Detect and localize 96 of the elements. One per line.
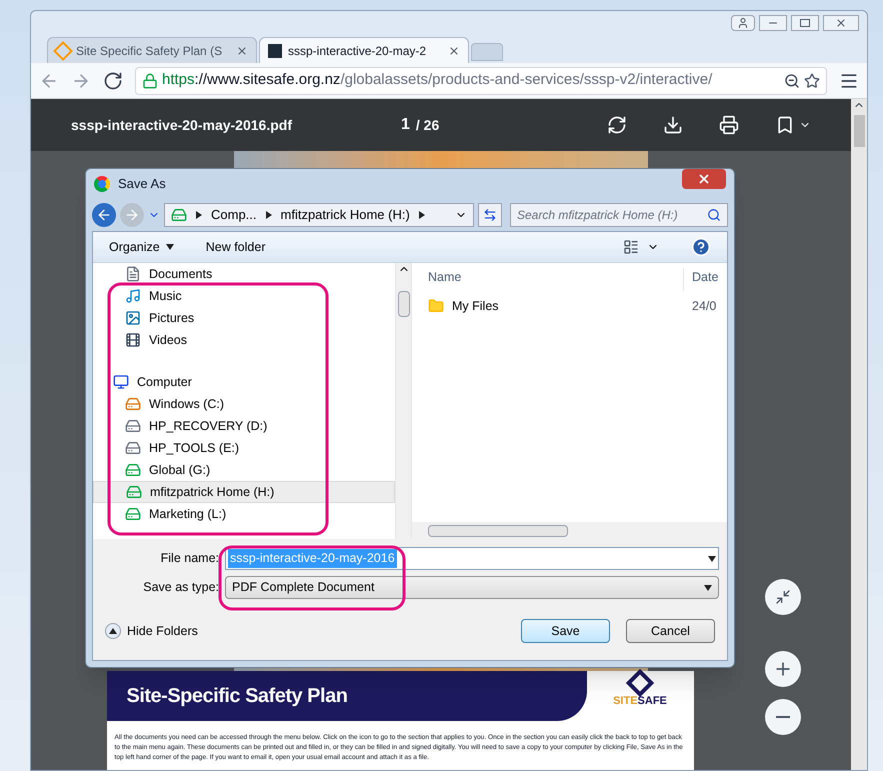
nav-item[interactable]: mfitzpatrick Home (H:) <box>93 481 395 503</box>
rotate-icon[interactable] <box>607 115 627 135</box>
scrollbar[interactable] <box>851 99 867 770</box>
browser-tab[interactable]: Site Specific Safety Plan (S <box>47 37 257 63</box>
document-title: Site-Specific Safety Plan <box>126 684 348 709</box>
network-drive-icon <box>125 462 141 478</box>
dialog-title: Save As <box>118 175 166 194</box>
file-date: 24/0 <box>691 298 716 315</box>
reload-icon[interactable] <box>103 70 123 90</box>
organize-button[interactable]: Organize <box>109 238 174 256</box>
close-button[interactable] <box>682 169 726 189</box>
logo-text: SITESAFE <box>613 694 667 709</box>
nav-item[interactable]: HP_RECOVERY (D:) <box>93 415 395 437</box>
breadcrumb-bar[interactable]: Comp... mfitzpatrick Home (H:) <box>164 203 474 227</box>
fit-page-button[interactable] <box>765 579 801 615</box>
maximize-icon <box>800 19 810 27</box>
document-icon <box>125 266 141 282</box>
file-name[interactable]: My Files <box>452 296 499 316</box>
close-tab-icon[interactable] <box>236 44 248 56</box>
close-icon <box>835 17 847 29</box>
system-drive-icon <box>125 396 141 412</box>
maximize-button[interactable] <box>791 15 819 31</box>
type-label: Save as type: <box>142 579 219 596</box>
refresh-arrows-icon <box>483 208 497 222</box>
tab-favicon <box>53 40 73 60</box>
zoom-icon[interactable] <box>784 72 800 88</box>
nav-item[interactable]: Videos <box>93 329 395 351</box>
nav-item[interactable]: Global (G:) <box>93 459 395 481</box>
breadcrumb-item[interactable]: mfitzpatrick Home (H:) <box>280 205 410 225</box>
tab-favicon <box>268 44 282 58</box>
drive-icon <box>125 440 141 456</box>
folder-icon <box>428 298 444 314</box>
view-options-icon[interactable] <box>623 239 639 255</box>
pdf-file-name: sssp-interactive-20-may-2016.pdf <box>71 116 293 135</box>
breadcrumb-separator-icon <box>418 211 426 219</box>
refresh-button[interactable] <box>478 203 502 227</box>
nav-item[interactable]: Windows (C:) <box>93 393 395 415</box>
scroll-thumb[interactable] <box>428 524 568 536</box>
network-drive-icon <box>171 207 187 223</box>
url-text: https://www.sitesafe.org.nz/globalassets/products-and-services/sssp-v2/interactive/ <box>162 70 714 90</box>
dropdown-caret-icon <box>708 554 716 562</box>
breadcrumb-item[interactable]: Comp... <box>211 205 257 225</box>
file-type-dropdown[interactable]: PDF Complete Document <box>225 576 719 599</box>
page-number[interactable]: 1 <box>401 113 410 137</box>
zoom-in-button[interactable] <box>765 651 801 687</box>
column-header[interactable]: Name <box>412 268 684 291</box>
shrink-arrows-icon <box>775 589 791 605</box>
forward-arrow-icon <box>124 207 140 223</box>
back-button[interactable] <box>92 203 116 227</box>
download-icon[interactable] <box>663 115 683 135</box>
nav-scrollbar[interactable] <box>395 263 411 539</box>
close-button[interactable] <box>823 15 859 31</box>
network-drive-icon <box>125 506 141 522</box>
column-header[interactable]: Date <box>684 268 718 291</box>
breadcrumb-separator-icon <box>264 211 273 219</box>
nav-item[interactable]: Marketing (L:) <box>93 503 395 525</box>
print-icon[interactable] <box>719 115 739 135</box>
horizontal-scrollbar[interactable] <box>412 522 727 539</box>
lock-icon <box>142 72 158 88</box>
back-arrow-icon <box>96 207 112 223</box>
zoom-out-button[interactable] <box>765 699 801 735</box>
nav-item[interactable]: Computer <box>93 371 395 393</box>
nav-item[interactable]: Music <box>93 285 395 307</box>
browser-tab[interactable]: sssp-interactive-20-may-2 <box>259 37 469 63</box>
dialog-button[interactable]: Save <box>521 619 610 643</box>
address-bar[interactable]: https://www.sitesafe.org.nz/globalassets/products-and-services/sssp-v2/interactive/ <box>135 66 827 94</box>
network-drive-icon <box>126 484 142 500</box>
film-icon <box>125 332 141 348</box>
dialog-button[interactable]: Cancel <box>626 619 715 643</box>
star-icon[interactable] <box>804 72 820 88</box>
close-icon <box>697 172 711 186</box>
caret-icon <box>166 243 174 251</box>
person-icon <box>737 17 749 29</box>
drive-icon <box>125 418 141 434</box>
nav-item[interactable]: Documents <box>93 263 395 285</box>
page-total: / 26 <box>416 116 440 134</box>
hide-folders-button[interactable]: Hide Folders <box>105 622 198 640</box>
dropdown-caret-icon <box>704 584 712 592</box>
music-note-icon <box>125 288 141 304</box>
browser-logo-icon <box>94 176 110 192</box>
close-tab-icon[interactable] <box>448 44 460 56</box>
breadcrumb-separator-icon <box>195 211 203 219</box>
nav-item[interactable]: Pictures <box>93 307 395 329</box>
search-icon <box>707 208 721 222</box>
computer-icon <box>113 374 129 390</box>
search-field[interactable]: Search mfitzpatrick Home (H:) <box>510 203 728 227</box>
profile-button[interactable] <box>731 15 755 31</box>
file-name-label: File name: <box>160 550 219 568</box>
help-icon[interactable] <box>691 237 711 257</box>
nav-item[interactable]: HP_TOOLS (E:) <box>93 437 395 459</box>
new-folder-button[interactable]: New folder <box>206 238 266 256</box>
scroll-thumb[interactable] <box>854 115 864 147</box>
picture-icon <box>125 310 141 326</box>
scroll-thumb[interactable] <box>398 291 410 317</box>
minus-icon <box>776 716 790 718</box>
triangle-icon <box>109 627 117 635</box>
